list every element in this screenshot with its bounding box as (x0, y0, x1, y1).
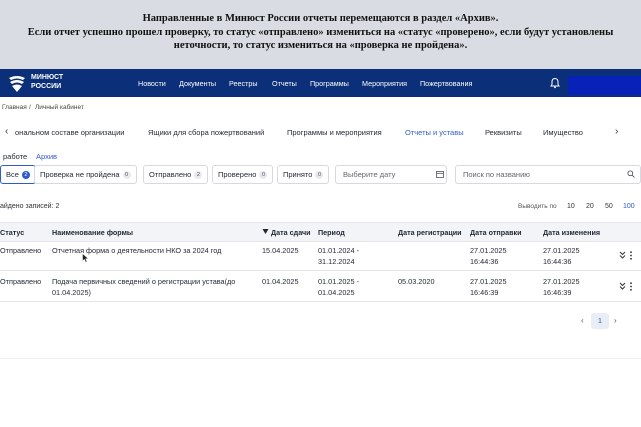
per-page-100[interactable]: 100 (623, 203, 635, 210)
date-picker-input[interactable]: Выберите дату (335, 165, 447, 184)
filter-checked[interactable]: Проверено 0 (212, 165, 274, 184)
count-badge: 0 (122, 171, 131, 179)
nav-events[interactable]: Мероприятия (362, 79, 407, 88)
count-badge: 2 (21, 171, 30, 179)
row-sent-date: 27.01.2025 (470, 246, 507, 255)
subtab-archive[interactable]: Архив (36, 152, 57, 161)
per-page-label: Выводить по (518, 203, 557, 210)
row-registration-date: 05.03.2020 (398, 277, 435, 286)
filter-sent[interactable]: Отправлено 2 (143, 165, 209, 184)
sort-down-icon[interactable] (262, 228, 269, 235)
nav-registries[interactable]: Реестры (229, 79, 258, 88)
row-due-date: 15.04.2025 (262, 246, 299, 255)
column-status: Статус (0, 228, 25, 237)
expand-icon[interactable] (619, 251, 626, 259)
row-period-end: 31.12.2024 (318, 257, 355, 266)
mouse-cursor-icon (82, 253, 89, 263)
row-form-name[interactable]: Подача первичных сведений о регистрации … (52, 276, 235, 288)
pagination-current-page[interactable]: 1 (591, 313, 609, 329)
row-due-date: 01.04.2025 (262, 277, 299, 286)
row-sent-time: 16:46:39 (470, 288, 499, 297)
more-options-icon[interactable] (629, 282, 633, 291)
filter-all[interactable]: Все 2 (0, 165, 36, 184)
row-form-name[interactable]: Отчетная форма о деятельности НКО за 202… (52, 245, 221, 257)
row-form-name-cont[interactable]: 01.04.2025) (52, 287, 91, 299)
filter-accepted[interactable]: Принято 0 (277, 165, 330, 184)
tab-requisites[interactable]: Реквизиты (485, 128, 522, 137)
row-modified-date: 27.01.2025 (543, 246, 580, 255)
filter-check-failed[interactable]: Проверка не пройдена 0 (34, 165, 137, 184)
row-sent-time: 16:44:36 (470, 257, 499, 266)
tab-donation-boxes[interactable]: Ящики для сбора пожертвований (148, 128, 264, 137)
user-profile-block[interactable] (568, 76, 641, 95)
calendar-icon[interactable] (436, 170, 444, 178)
more-options-icon[interactable] (629, 251, 633, 260)
search-icon[interactable] (627, 170, 635, 178)
instruction-note: Направленные в Минюст России отчеты пере… (0, 0, 641, 69)
breadcrumb-home[interactable]: Главная (2, 104, 27, 111)
breadcrumb-separator: / (29, 104, 31, 111)
column-due-date[interactable]: Дата сдачи (271, 228, 311, 237)
pagination-prev-icon[interactable]: ‹ (581, 316, 584, 325)
instruction-text: Направленные в Минюст России отчеты пере… (27, 13, 614, 51)
pagination-next-icon[interactable]: › (614, 316, 617, 325)
expand-icon[interactable] (619, 282, 626, 290)
logo-text: МИНЮСТ РОССИИ (31, 74, 64, 90)
row-status: Отправлено (0, 277, 42, 286)
nav-donations[interactable]: Пожертвования (420, 79, 472, 88)
column-period: Период (318, 228, 345, 237)
nav-news[interactable]: Новости (138, 79, 166, 88)
count-badge: 0 (315, 171, 324, 179)
row-period-start: 01.01.2025 - (318, 277, 359, 286)
nav-documents[interactable]: Документы (179, 79, 216, 88)
tab-property[interactable]: Имущество (543, 128, 583, 137)
search-input[interactable]: Поиск по названию (455, 165, 641, 184)
column-modified-date: Дата изменения (543, 228, 601, 237)
per-page-20[interactable]: 20 (586, 203, 594, 210)
column-registration-date: Дата регистрации (398, 228, 462, 237)
minjust-logo-icon[interactable] (6, 72, 28, 94)
breadcrumb-current: Личный кабинет (35, 104, 84, 111)
row-sent-date: 27.01.2025 (470, 277, 507, 286)
row-modified-time: 16:46:39 (543, 288, 572, 297)
per-page-10[interactable]: 10 (567, 203, 575, 210)
subtab-in-work[interactable]: работе (3, 152, 27, 161)
column-sent-date: Дата отправки (470, 228, 522, 237)
row-modified-time: 16:44:36 (543, 257, 572, 266)
tab-personnel[interactable]: ональном составе организации (15, 128, 124, 137)
records-found: айдено записей: 2 (0, 203, 60, 210)
row-modified-date: 27.01.2025 (543, 277, 580, 286)
bell-icon[interactable] (549, 77, 561, 89)
nav-reports[interactable]: Отчеты (272, 79, 297, 88)
row-status: Отправлено (0, 246, 42, 255)
row-divider (0, 301, 641, 302)
nav-programs[interactable]: Программы (310, 79, 349, 88)
row-period-start: 01.01.2024 - (318, 246, 359, 255)
tabs-scroll-left-icon[interactable]: ‹ (5, 126, 8, 137)
tab-programs-events[interactable]: Программы и мероприятия (287, 128, 382, 137)
row-divider (0, 270, 641, 271)
tabs-scroll-right-icon[interactable]: › (615, 126, 618, 137)
column-form-name: Наименование формы (52, 228, 134, 237)
content-bottom-divider (0, 358, 641, 359)
per-page-50[interactable]: 50 (605, 203, 613, 210)
row-period-end: 01.04.2025 (318, 288, 355, 297)
count-badge: 2 (194, 171, 203, 179)
tab-reports-charters[interactable]: Отчеты и уставы (405, 128, 464, 137)
count-badge: 0 (259, 171, 268, 179)
